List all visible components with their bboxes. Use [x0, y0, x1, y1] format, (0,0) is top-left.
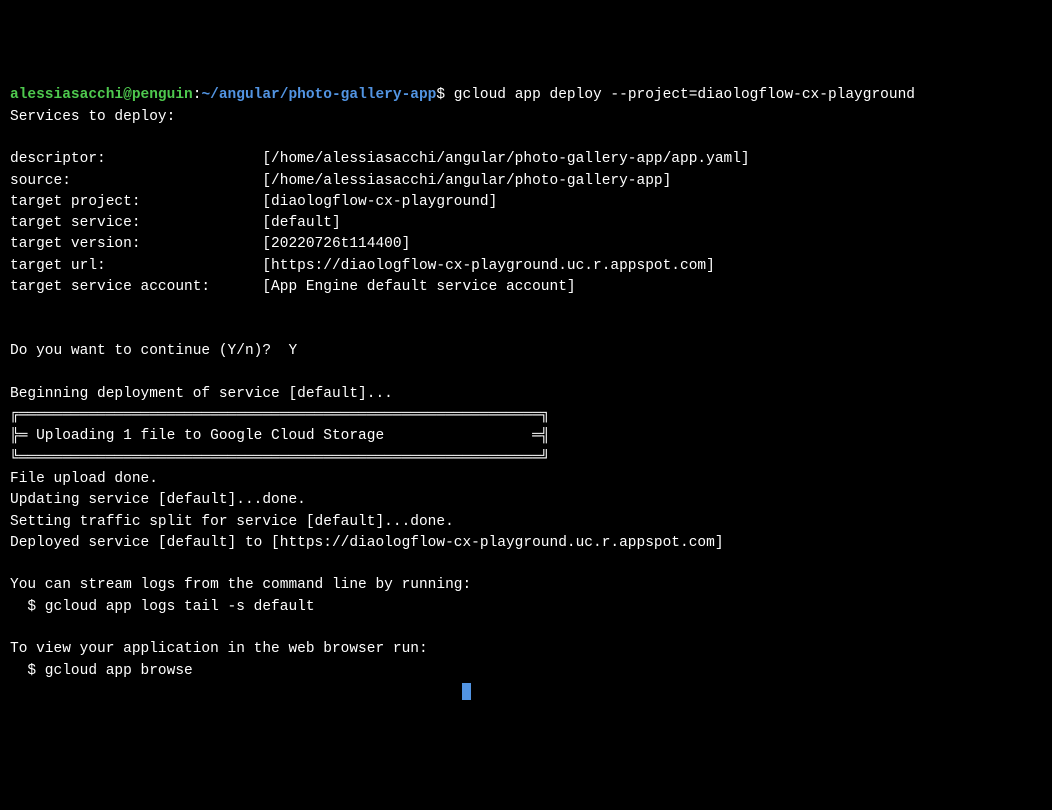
target-sa-label: target service account:	[10, 279, 262, 295]
descriptor-label: descriptor:	[10, 151, 262, 167]
source-value: [/home/alessiasacchi/angular/photo-galle…	[262, 173, 671, 189]
confirm-answer: Y	[288, 343, 297, 359]
box-bottom: ╚═══════════════════════════════════════…	[10, 450, 550, 466]
box-top: ╔═══════════════════════════════════════…	[10, 407, 550, 423]
command-text: gcloud app deploy --project=diaologflow-…	[454, 87, 915, 103]
target-url-label: target url:	[10, 258, 262, 274]
target-version-value: [20220726t114400]	[262, 236, 410, 252]
deployed-service: Deployed service [default] to [https://d…	[10, 535, 724, 551]
descriptor-value: [/home/alessiasacchi/angular/photo-galle…	[262, 151, 749, 167]
terminal-output[interactable]: alessiasacchi@penguin:~/angular/photo-ga…	[10, 85, 1042, 703]
prompt-path: ~/angular/photo-gallery-app	[201, 87, 436, 103]
prompt-dollar: $	[436, 87, 453, 103]
beginning-deploy: Beginning deployment of service [default…	[10, 386, 393, 402]
target-project-label: target project:	[10, 194, 262, 210]
view-hint: To view your application in the web brow…	[10, 641, 428, 657]
target-version-label: target version:	[10, 236, 262, 252]
target-service-label: target service:	[10, 215, 262, 231]
file-upload-done: File upload done.	[10, 471, 158, 487]
confirm-question: Do you want to continue (Y/n)?	[10, 343, 288, 359]
source-label: source:	[10, 173, 262, 189]
view-command: $ gcloud app browse	[10, 663, 193, 679]
target-service-value: [default]	[262, 215, 340, 231]
prompt-user: alessiasacchi@penguin	[10, 87, 193, 103]
target-sa-value: [App Engine default service account]	[262, 279, 575, 295]
logs-command: $ gcloud app logs tail -s default	[10, 599, 315, 615]
box-middle: ╠═ Uploading 1 file to Google Cloud Stor…	[10, 428, 550, 444]
cursor-icon	[462, 683, 471, 700]
logs-hint: You can stream logs from the command lin…	[10, 577, 471, 593]
services-header: Services to deploy:	[10, 109, 175, 125]
target-project-value: [diaologflow-cx-playground]	[262, 194, 497, 210]
target-url-value: [https://diaologflow-cx-playground.uc.r.…	[262, 258, 714, 274]
traffic-split: Setting traffic split for service [defau…	[10, 514, 454, 530]
updating-service: Updating service [default]...done.	[10, 492, 306, 508]
spacer	[10, 684, 462, 700]
